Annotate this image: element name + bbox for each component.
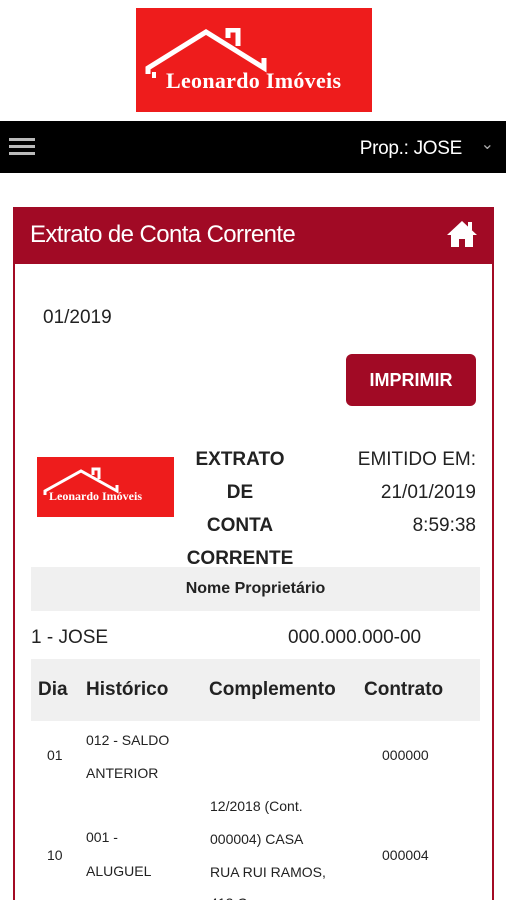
statement-logo-text: Leonardo Imóveis [49,489,142,504]
chevron-down-icon[interactable]: ⌄ [481,134,494,154]
owner-name: 1 - JOSE [31,627,109,648]
brand-subname-small: Imóveis [102,489,143,503]
period-label: 01/2019 [43,307,112,328]
cell-complemento: 412 C [210,887,247,900]
cell-complemento: 000004) CASA [210,831,304,847]
column-header-contrato: Contrato [364,679,444,700]
statement-card: Extrato de Conta Corrente 01/2019 IMPRIM… [13,207,494,900]
emitted-info: EMITIDO EM: 21/01/2019 8:59:38 [358,443,476,542]
cell-historico: 012 - SALDO [86,732,170,748]
header-logo-area: Leonardo Imóveis [0,0,506,120]
statement-logo: Leonardo Imóveis [37,457,174,517]
emitted-label: EMITIDO EM: [357,449,476,470]
hamburger-icon[interactable] [9,138,35,156]
card-title: Extrato de Conta Corrente [30,221,296,248]
brand-name: Leonardo [166,68,261,93]
table-header: Dia Histórico Complemento Contrato [31,659,480,721]
emitted-time: 8:59:38 [412,515,476,536]
column-header-historico: Histórico [86,679,169,700]
cell-complemento: 12/2018 (Cont. [210,798,303,814]
owner-header: Nome Proprietário [31,567,480,611]
brand-logo[interactable]: Leonardo Imóveis [136,8,372,112]
top-navbar: Prop.: JOSE ⌄ [0,121,506,173]
cell-complemento: RUA RUI RAMOS, [210,864,326,880]
card-header: Extrato de Conta Corrente [13,207,494,264]
cell-historico: 001 - [86,829,118,845]
emitted-date: 21/01/2019 [380,482,476,503]
home-icon[interactable] [446,220,478,248]
cell-historico: ALUGUEL [86,863,152,879]
cell-dia: 01 [47,747,63,763]
cell-historico: ANTERIOR [86,765,159,781]
cell-dia: 10 [47,847,63,863]
document-title-line: CONTA [206,515,274,536]
owner-document: 000.000.000-00 [288,627,422,648]
owner-selector[interactable]: Prop.: JOSE [360,138,463,160]
column-header-dia: Dia [38,679,68,700]
cell-contrato: 000004 [382,847,429,863]
brand-name-small: Leonardo [49,489,100,503]
print-button[interactable]: IMPRIMIR [346,354,476,406]
document-title: EXTRATO DE CONTA CORRENTE [180,443,300,575]
brand-logo-text: Leonardo Imóveis [166,68,341,94]
column-header-complemento: Complemento [209,679,336,700]
cell-contrato: 000000 [382,747,429,763]
brand-subname: Imóveis [265,68,342,93]
document-title-line: EXTRATO DE [195,449,285,503]
